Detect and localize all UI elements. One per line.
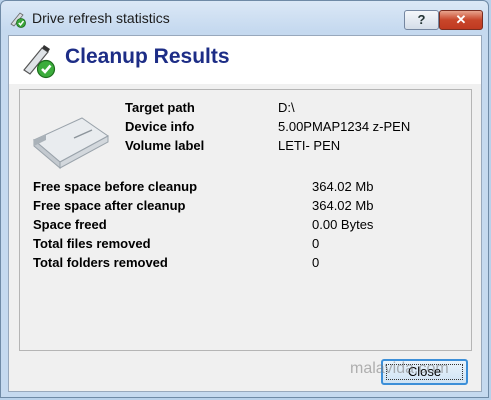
device-info-label: Device info bbox=[125, 119, 195, 134]
dialog-content: Cleanup Results Target path D:\ Device i… bbox=[8, 35, 482, 392]
target-path-value: D:\ bbox=[278, 100, 295, 115]
stat-label: Free space after cleanup bbox=[33, 198, 186, 213]
header-banner: Cleanup Results bbox=[9, 36, 481, 84]
title-bar[interactable]: Drive refresh statistics ? ✕ bbox=[1, 1, 488, 35]
stat-value: 0 bbox=[312, 236, 320, 251]
target-path-label: Target path bbox=[125, 100, 195, 115]
dialog-window: Drive refresh statistics ? ✕ Cleanup Res… bbox=[0, 0, 489, 398]
stat-value: 0 bbox=[312, 255, 320, 270]
stat-label: Total folders removed bbox=[33, 255, 168, 270]
results-panel: Target path D:\ Device info 5.00PMAP1234… bbox=[19, 89, 472, 351]
drive-clean-icon bbox=[23, 45, 56, 79]
drive-clean-icon bbox=[10, 12, 26, 28]
volume-label-value: LETI- PEN bbox=[278, 138, 341, 153]
close-button[interactable]: Close bbox=[381, 359, 468, 385]
focus-rectangle bbox=[386, 364, 463, 380]
stat-value: 0.00 Bytes bbox=[312, 217, 374, 232]
stat-label: Space freed bbox=[33, 217, 107, 232]
window-title: Drive refresh statistics bbox=[32, 10, 170, 26]
window-close-button[interactable]: ✕ bbox=[439, 10, 483, 30]
page-title: Cleanup Results bbox=[65, 45, 230, 68]
volume-label-label: Volume label bbox=[125, 138, 205, 153]
usb-drive-icon bbox=[33, 117, 109, 170]
stat-label: Total files removed bbox=[33, 236, 151, 251]
stat-label: Free space before cleanup bbox=[33, 179, 198, 194]
help-button[interactable]: ? bbox=[404, 10, 439, 30]
stat-value: 364.02 Mb bbox=[312, 179, 374, 194]
device-info-value: 5.00PMAP1234 z-PEN bbox=[278, 119, 411, 134]
stat-value: 364.02 Mb bbox=[312, 198, 374, 213]
